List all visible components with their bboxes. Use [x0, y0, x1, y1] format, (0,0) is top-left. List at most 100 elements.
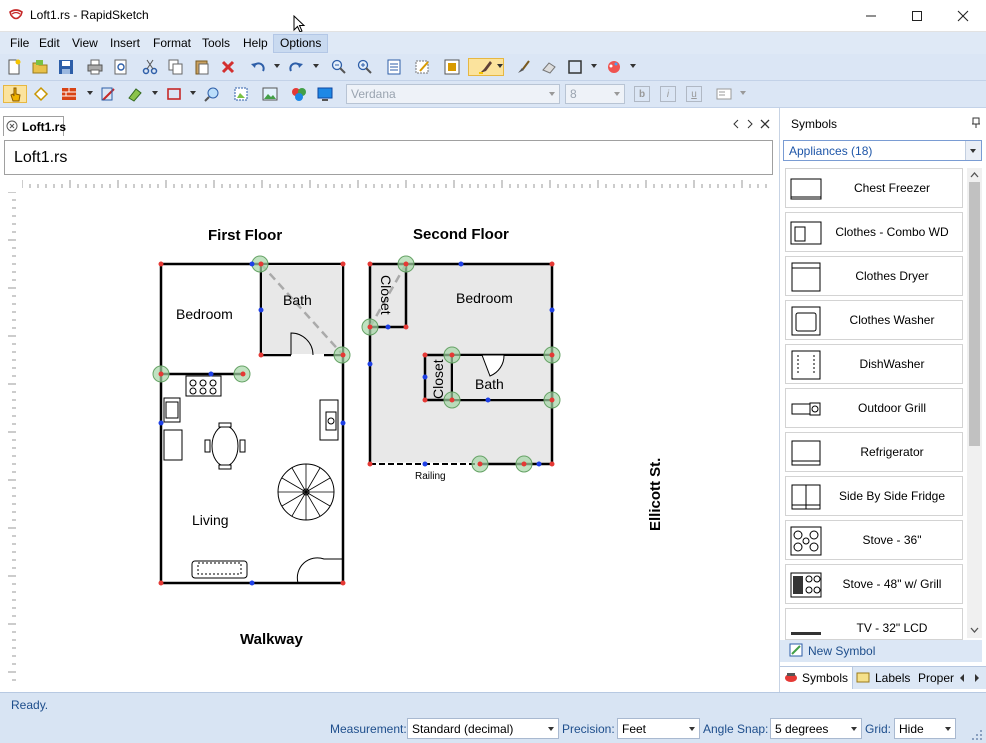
angle-snap-select[interactable]: 5 degrees: [770, 718, 862, 739]
undo-button[interactable]: [249, 58, 267, 76]
font-name-select[interactable]: Verdana: [346, 84, 560, 104]
symbol-item[interactable]: Clothes Washer: [785, 300, 963, 340]
undo-dropdown-icon[interactable]: [274, 64, 280, 68]
measure-tool-button[interactable]: [203, 85, 221, 103]
print-button[interactable]: [86, 58, 104, 76]
tab-scroll-left-icon[interactable]: [731, 119, 741, 129]
symbols-scrollbar[interactable]: [967, 168, 982, 638]
symbol-item[interactable]: Stove - 48" w/ Grill: [785, 564, 963, 604]
italic-button[interactable]: i: [660, 86, 676, 102]
drawing-canvas[interactable]: First Floor Second Floor Bedroom Bath Li…: [20, 192, 774, 689]
delete-button[interactable]: [219, 58, 237, 76]
print-preview-button[interactable]: [112, 58, 130, 76]
zoom-in-button[interactable]: [356, 58, 374, 76]
tab-scroll-right-icon[interactable]: [973, 673, 981, 683]
close-tab-icon[interactable]: [6, 120, 18, 132]
underline-button[interactable]: u: [686, 86, 702, 102]
bath1-label: Bath: [283, 292, 312, 308]
scroll-down-icon[interactable]: [970, 626, 979, 634]
area-dropdown-icon[interactable]: [152, 91, 158, 95]
symbol-item[interactable]: Side By Side Fridge: [785, 476, 963, 516]
zoom-out-button[interactable]: [330, 58, 348, 76]
symbol-item[interactable]: Chest Freezer: [785, 168, 963, 208]
paint-brush-button[interactable]: [514, 58, 532, 76]
menu-insert[interactable]: Insert: [110, 36, 140, 50]
symbol-category-select[interactable]: Appliances (18): [783, 140, 982, 161]
document-tab[interactable]: Loft1.rs: [3, 116, 66, 136]
text-align-dropdown-icon[interactable]: [740, 91, 746, 95]
menu-view[interactable]: View: [72, 36, 98, 50]
symbol-item[interactable]: Refrigerator: [785, 432, 963, 472]
rectangle-dropdown-icon[interactable]: [190, 91, 196, 95]
eraser-button[interactable]: [540, 58, 558, 76]
menu-options[interactable]: Options: [280, 36, 321, 50]
insert-image-button[interactable]: [261, 85, 279, 103]
menu-edit[interactable]: Edit: [39, 36, 60, 50]
line-tool-button[interactable]: [100, 85, 118, 103]
pin-icon[interactable]: [971, 117, 981, 129]
pointer-tool-button[interactable]: [3, 85, 27, 103]
tab-properties[interactable]: Proper: [916, 667, 956, 689]
color-button[interactable]: [605, 58, 623, 76]
area-tool-button[interactable]: [126, 85, 144, 103]
tab-symbols[interactable]: Symbols: [780, 667, 853, 689]
chest-freezer-icon: [790, 178, 822, 200]
image-select-button[interactable]: [232, 85, 250, 103]
screen-button[interactable]: [316, 85, 334, 103]
grid-select[interactable]: Hide: [894, 718, 956, 739]
measurement-select[interactable]: Standard (decimal): [407, 718, 559, 739]
save-button[interactable]: [57, 58, 75, 76]
spiral-staircase-symbol[interactable]: [277, 463, 335, 521]
scroll-up-icon[interactable]: [970, 171, 979, 179]
minimize-button[interactable]: [848, 0, 894, 31]
symbol-item[interactable]: DishWasher: [785, 344, 963, 384]
node-tool-button[interactable]: [32, 85, 50, 103]
maximize-button[interactable]: [894, 0, 940, 31]
new-symbol-button[interactable]: New Symbol: [780, 640, 982, 662]
highlight-dropdown-icon[interactable]: [497, 64, 503, 68]
edit-page-button[interactable]: [413, 58, 431, 76]
range-symbol[interactable]: [319, 399, 339, 441]
menu-help[interactable]: Help: [243, 36, 268, 50]
scrollbar-thumb[interactable]: [969, 182, 980, 446]
fill-color-button[interactable]: [290, 85, 308, 103]
bold-button[interactable]: b: [634, 86, 650, 102]
sink-symbol[interactable]: [163, 397, 181, 423]
properties-button[interactable]: [385, 58, 403, 76]
category-dropdown-button[interactable]: [965, 141, 981, 160]
tab-scroll-left-icon[interactable]: [958, 673, 966, 683]
symbol-item[interactable]: Stove - 36": [785, 520, 963, 560]
menu-tools[interactable]: Tools: [202, 36, 230, 50]
open-button[interactable]: [31, 58, 49, 76]
symbol-item[interactable]: Clothes - Combo WD: [785, 212, 963, 252]
fit-page-button[interactable]: [443, 58, 461, 76]
color-dropdown-icon[interactable]: [630, 64, 636, 68]
tab-scroll-right-icon[interactable]: [745, 119, 755, 129]
new-button[interactable]: [5, 58, 23, 76]
font-size-select[interactable]: 8: [565, 84, 625, 104]
precision-select[interactable]: Feet: [617, 718, 700, 739]
menu-format[interactable]: Format: [153, 36, 191, 50]
tab-labels[interactable]: Labels: [854, 667, 916, 689]
selection-button[interactable]: [566, 58, 584, 76]
redo-dropdown-icon[interactable]: [313, 64, 319, 68]
selection-dropdown-icon[interactable]: [591, 64, 597, 68]
wall-dropdown-icon[interactable]: [87, 91, 93, 95]
menu-file[interactable]: File: [10, 36, 29, 50]
symbol-item[interactable]: Outdoor Grill: [785, 388, 963, 428]
rectangle-tool-button[interactable]: [165, 85, 183, 103]
resize-grip-icon[interactable]: [972, 730, 984, 742]
redo-button[interactable]: [287, 58, 305, 76]
symbol-item[interactable]: Clothes Dryer: [785, 256, 963, 296]
stove-symbol[interactable]: [185, 375, 222, 397]
copy-button[interactable]: [167, 58, 185, 76]
wall-tool-button[interactable]: [60, 85, 78, 103]
text-align-button[interactable]: [715, 85, 733, 103]
symbol-item[interactable]: TV - 32" LCD: [785, 608, 963, 640]
close-button[interactable]: [940, 0, 986, 31]
paste-button[interactable]: [193, 58, 211, 76]
sofa-symbol[interactable]: [191, 560, 248, 579]
cut-button[interactable]: [141, 58, 159, 76]
fridge-symbol[interactable]: [163, 429, 183, 461]
close-document-icon[interactable]: [760, 119, 770, 129]
